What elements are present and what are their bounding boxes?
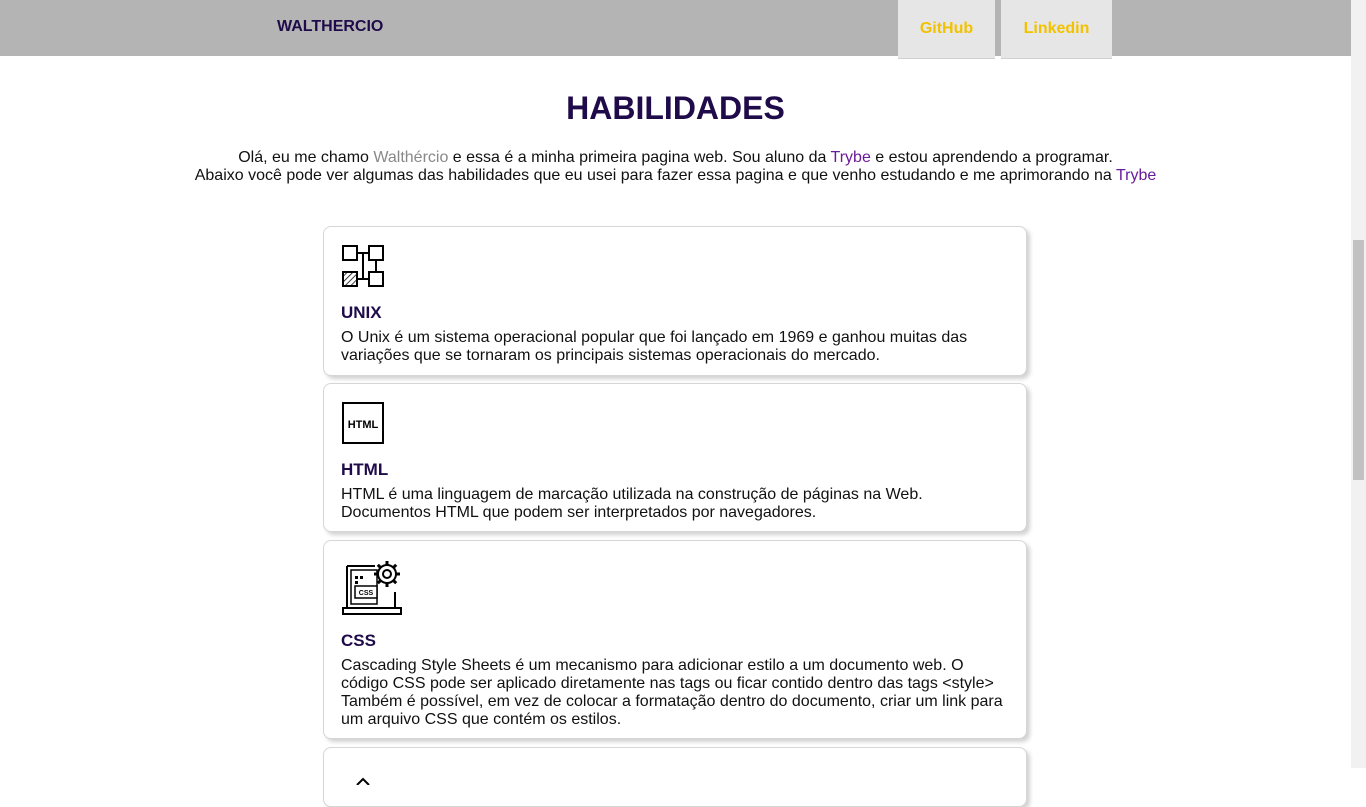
network-diagram-icon <box>342 245 384 287</box>
html-file-icon: HTML <box>342 402 384 444</box>
skill-icon <box>356 777 370 785</box>
skill-description: HTML é uma linguagem de marcação utiliza… <box>341 486 923 521</box>
github-link[interactable]: GitHub <box>898 0 995 59</box>
intro-line-1-post: e estou aprendendo a programar. <box>870 149 1113 166</box>
page-scrollbar[interactable] <box>1351 0 1366 768</box>
skill-card-partial <box>323 747 1027 807</box>
intro-text: Olá, eu me chamo Walthércio e essa é a m… <box>0 149 1351 185</box>
author-name: Walthércio <box>373 149 449 166</box>
skill-description: O Unix é um sistema operacional popular … <box>341 329 968 364</box>
scrollbar-thumb[interactable] <box>1353 240 1364 480</box>
top-navbar: WALTHERCIO GitHub Linkedin <box>0 0 1351 59</box>
page-title: HABILIDADES <box>566 90 785 126</box>
intro-line-1-mid: e essa é a minha primeira pagina web. So… <box>448 149 831 166</box>
linkedin-link[interactable]: Linkedin <box>1001 0 1112 59</box>
skill-title: CSS <box>341 631 376 650</box>
intro-line-1-pre: Olá, eu me chamo <box>238 149 374 166</box>
intro-line-2-pre: Abaixo você pode ver algumas das habilid… <box>194 167 1116 184</box>
skill-card-css: CSS CSS Cascading Style Sheets é um meca… <box>323 540 1027 739</box>
html-icon-label: HTML <box>348 419 379 431</box>
brand-name[interactable]: WALTHERCIO <box>277 18 383 36</box>
css-laptop-gear-icon: CSS <box>342 561 402 615</box>
skill-title: UNIX <box>341 303 382 322</box>
skill-description: Cascading Style Sheets é um mecanismo pa… <box>341 657 1003 728</box>
skill-card-html: HTML HTML HTML é uma linguagem de marcaç… <box>323 383 1027 532</box>
intro-line-1: Olá, eu me chamo Walthércio e essa é a m… <box>0 149 1351 167</box>
css-icon-label: CSS <box>359 590 374 597</box>
skill-title: HTML <box>341 460 389 479</box>
intro-line-2: Abaixo você pode ver algumas das habilid… <box>0 167 1351 185</box>
trybe-link[interactable]: Trybe <box>1116 167 1156 184</box>
trybe-link[interactable]: Trybe <box>831 149 871 166</box>
skill-card-unix: UNIX O Unix é um sistema operacional pop… <box>323 226 1027 376</box>
